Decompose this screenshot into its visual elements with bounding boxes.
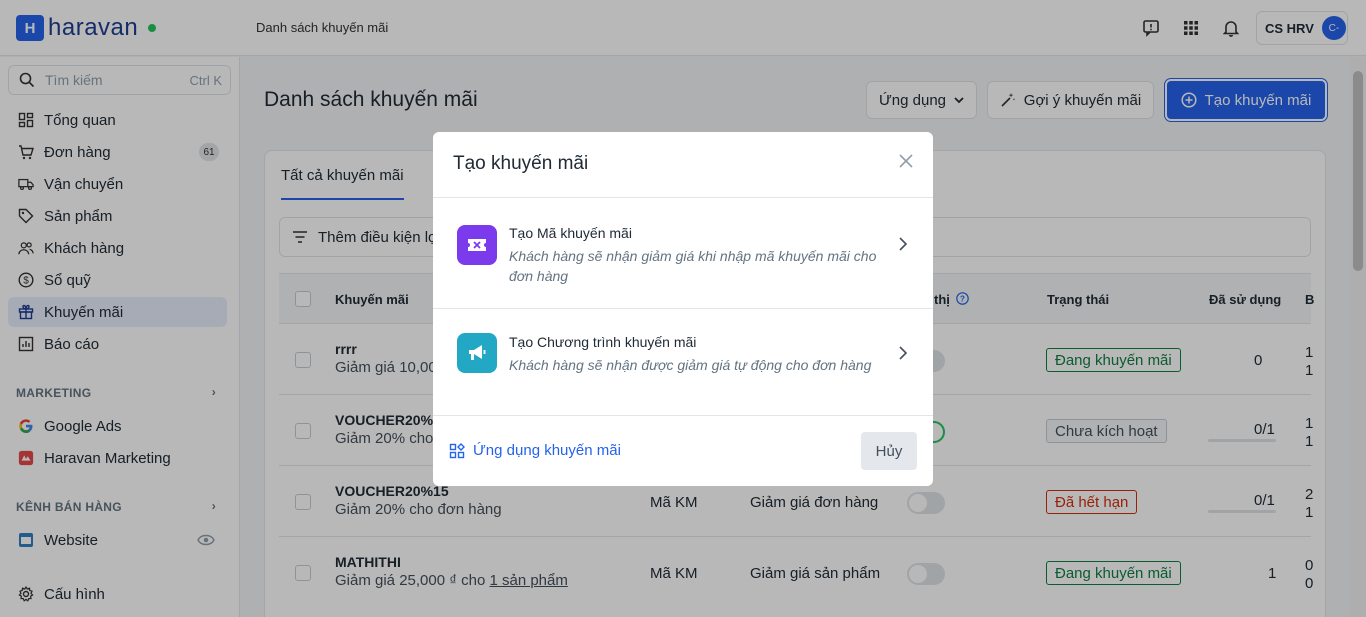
promotion-apps-link[interactable]: Ứng dụng khuyến mãi [449,442,621,459]
modal-title: Tạo khuyến mãi [453,153,589,174]
modal-footer: Ứng dụng khuyến mãi Hủy [433,416,933,486]
create-discount-code-option[interactable]: Tạo Mã khuyến mãi Khách hàng sẽ nhận giả… [437,206,925,292]
modal-header: Tạo khuyến mãi [433,132,933,198]
option-title: Tạo Mã khuyến mãi [509,225,632,241]
chevron-right-icon [899,237,908,251]
create-promotion-program-option[interactable]: Tạo Chương trình khuyến mãi Khách hàng s… [433,308,933,416]
cancel-button[interactable]: Hủy [861,432,917,470]
apps-icon [449,442,465,458]
megaphone-icon [457,333,497,373]
close-icon[interactable] [895,150,917,172]
create-promotion-modal: Tạo khuyến mãi Tạo Mã khuyến mãi Khách h… [433,132,933,486]
chevron-right-icon [899,346,908,360]
promotion-apps-label: Ứng dụng khuyến mãi [473,442,621,459]
option-description: Khách hàng sẽ nhận được giảm giá tự động… [509,357,872,373]
option-title: Tạo Chương trình khuyến mãi [509,334,697,350]
ticket-icon [457,225,497,265]
option-description: Khách hàng sẽ nhận giảm giá khi nhập mã … [509,248,877,284]
